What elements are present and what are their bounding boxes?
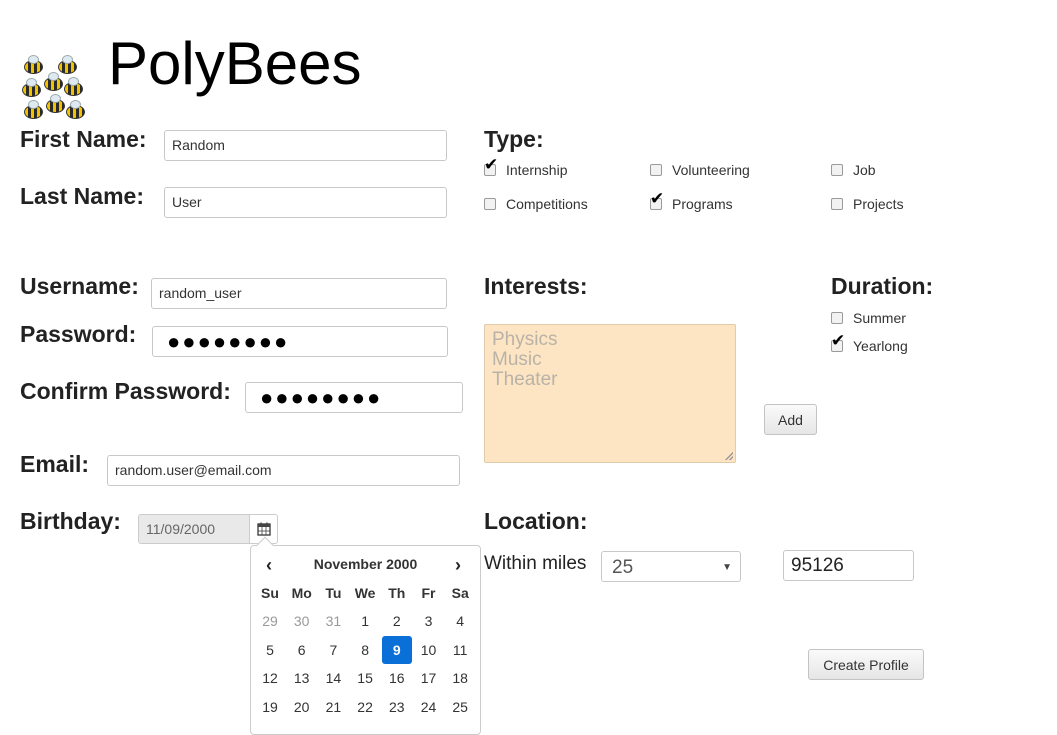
last-name-input[interactable]: User — [164, 187, 447, 218]
duration-option-label: Summer — [853, 310, 906, 326]
type-checkbox-job[interactable] — [831, 164, 843, 176]
add-interest-button[interactable]: Add — [764, 404, 817, 435]
calendar-day[interactable]: 10 — [414, 636, 444, 664]
calendar-day[interactable]: 25 — [445, 693, 475, 721]
miles-select-value: 25 — [612, 557, 634, 578]
calendar-day-selected[interactable]: 9 — [381, 635, 412, 664]
calendar-day[interactable]: 19 — [255, 693, 285, 721]
type-option-programs[interactable]: Programs — [650, 189, 733, 214]
password-label: Password: — [20, 321, 137, 347]
calendar-day[interactable]: 12 — [255, 664, 285, 692]
email-label: Email: — [20, 451, 90, 477]
type-option-projects[interactable]: Projects — [831, 194, 904, 214]
type-checkbox-volunteering[interactable] — [650, 164, 662, 176]
resize-handle-icon[interactable] — [725, 452, 733, 460]
calendar-month-label[interactable]: November 2000 — [251, 556, 480, 572]
calendar-day[interactable]: 21 — [318, 693, 348, 721]
birthday-input[interactable]: 11/09/2000 — [138, 514, 250, 544]
calendar-day[interactable]: 20 — [287, 693, 317, 721]
calendar-day[interactable]: 1 — [350, 607, 380, 635]
duration-option-yearlong[interactable]: Yearlong — [831, 331, 908, 356]
calendar-day[interactable]: 13 — [287, 664, 317, 692]
interests-placeholder-3: Theater — [492, 369, 558, 390]
bees-logo-icon — [20, 50, 88, 122]
duration-label: Duration: — [831, 273, 934, 299]
page-title: PolyBees — [108, 30, 362, 97]
duration-checkbox-yearlong[interactable] — [831, 331, 845, 352]
calendar-day[interactable]: 17 — [414, 664, 444, 692]
calendar-day[interactable]: 3 — [414, 607, 444, 635]
duration-checkbox-summer[interactable] — [831, 312, 843, 324]
calendar-day[interactable]: 22 — [350, 693, 380, 721]
weekday-header: Th — [388, 585, 406, 601]
weekday-header: Fr — [421, 585, 436, 601]
interests-placeholder-2: Music — [492, 349, 542, 370]
calendar-day[interactable]: 4 — [445, 607, 475, 635]
confirm-password-label: Confirm Password: — [20, 378, 231, 404]
location-label: Location: — [484, 508, 588, 534]
interests-label: Interests: — [484, 273, 588, 299]
chevron-down-icon: ▼ — [722, 562, 732, 573]
next-month-button[interactable]: › — [455, 555, 461, 576]
type-checkbox-programs[interactable] — [650, 189, 664, 210]
calendar-day[interactable]: 18 — [445, 664, 475, 692]
type-checkbox-internship[interactable] — [484, 155, 498, 176]
within-miles-label: Within miles — [484, 553, 587, 574]
email-input[interactable]: random.user@email.com — [107, 455, 460, 486]
type-option-label: Competitions — [506, 196, 588, 212]
password-input[interactable]: ●●●●●●●● — [152, 326, 448, 357]
type-checkbox-competitions[interactable] — [484, 198, 496, 210]
type-option-label: Projects — [853, 196, 904, 212]
calendar-day[interactable]: 7 — [318, 636, 348, 664]
first-name-input[interactable]: Random — [164, 130, 447, 161]
type-option-competitions[interactable]: Competitions — [484, 194, 588, 214]
zip-input[interactable]: 95126 — [783, 550, 914, 581]
calendar-day[interactable]: 6 — [287, 636, 317, 664]
weekday-header: Su — [261, 585, 279, 601]
calendar-day[interactable]: 11 — [445, 636, 475, 664]
first-name-label: First Name: — [20, 126, 147, 152]
calendar-day[interactable]: 15 — [350, 664, 380, 692]
create-profile-button[interactable]: Create Profile — [808, 649, 924, 680]
type-option-label: Programs — [672, 196, 733, 212]
type-checkbox-projects[interactable] — [831, 198, 843, 210]
calendar-day[interactable]: 31 — [318, 607, 348, 635]
miles-select[interactable]: 25 ▼ — [601, 551, 741, 582]
calendar-day[interactable]: 2 — [382, 607, 412, 635]
calendar-icon — [257, 522, 271, 536]
weekday-header: Sa — [451, 585, 469, 601]
type-label: Type: — [484, 126, 544, 152]
datepicker-popup: ‹ November 2000 › Su Mo Tu We Th Fr Sa 29 30 31 1 2… — [250, 545, 481, 735]
type-option-label: Job — [853, 162, 876, 178]
duration-option-summer[interactable]: Summer — [831, 308, 906, 328]
last-name-label: Last Name: — [20, 183, 144, 209]
interests-textarea[interactable]: Physics Music Theater — [484, 324, 736, 463]
calendar-day[interactable]: 30 — [287, 607, 317, 635]
calendar-day[interactable]: 5 — [255, 636, 285, 664]
type-option-label: Volunteering — [672, 162, 750, 178]
interests-placeholder-1: Physics — [492, 329, 558, 350]
type-option-internship[interactable]: Internship — [484, 155, 568, 180]
calendar-day[interactable]: 24 — [414, 693, 444, 721]
type-option-label: Internship — [506, 162, 568, 178]
weekday-header: Tu — [325, 585, 342, 601]
calendar-day[interactable]: 29 — [255, 607, 285, 635]
calendar-day[interactable]: 16 — [382, 664, 412, 692]
username-input[interactable]: random_user — [151, 278, 447, 309]
calendar-day[interactable]: 14 — [318, 664, 348, 692]
calendar-day[interactable]: 8 — [350, 636, 380, 664]
username-label: Username: — [20, 273, 139, 299]
calendar-day[interactable]: 23 — [382, 693, 412, 721]
confirm-password-input[interactable]: ●●●●●●●● — [245, 382, 463, 413]
type-option-volunteering[interactable]: Volunteering — [650, 160, 750, 180]
type-option-job[interactable]: Job — [831, 160, 876, 180]
weekday-header: Mo — [291, 585, 312, 601]
weekday-header: We — [354, 585, 376, 601]
duration-option-label: Yearlong — [853, 338, 908, 354]
birthday-label: Birthday: — [20, 508, 121, 534]
